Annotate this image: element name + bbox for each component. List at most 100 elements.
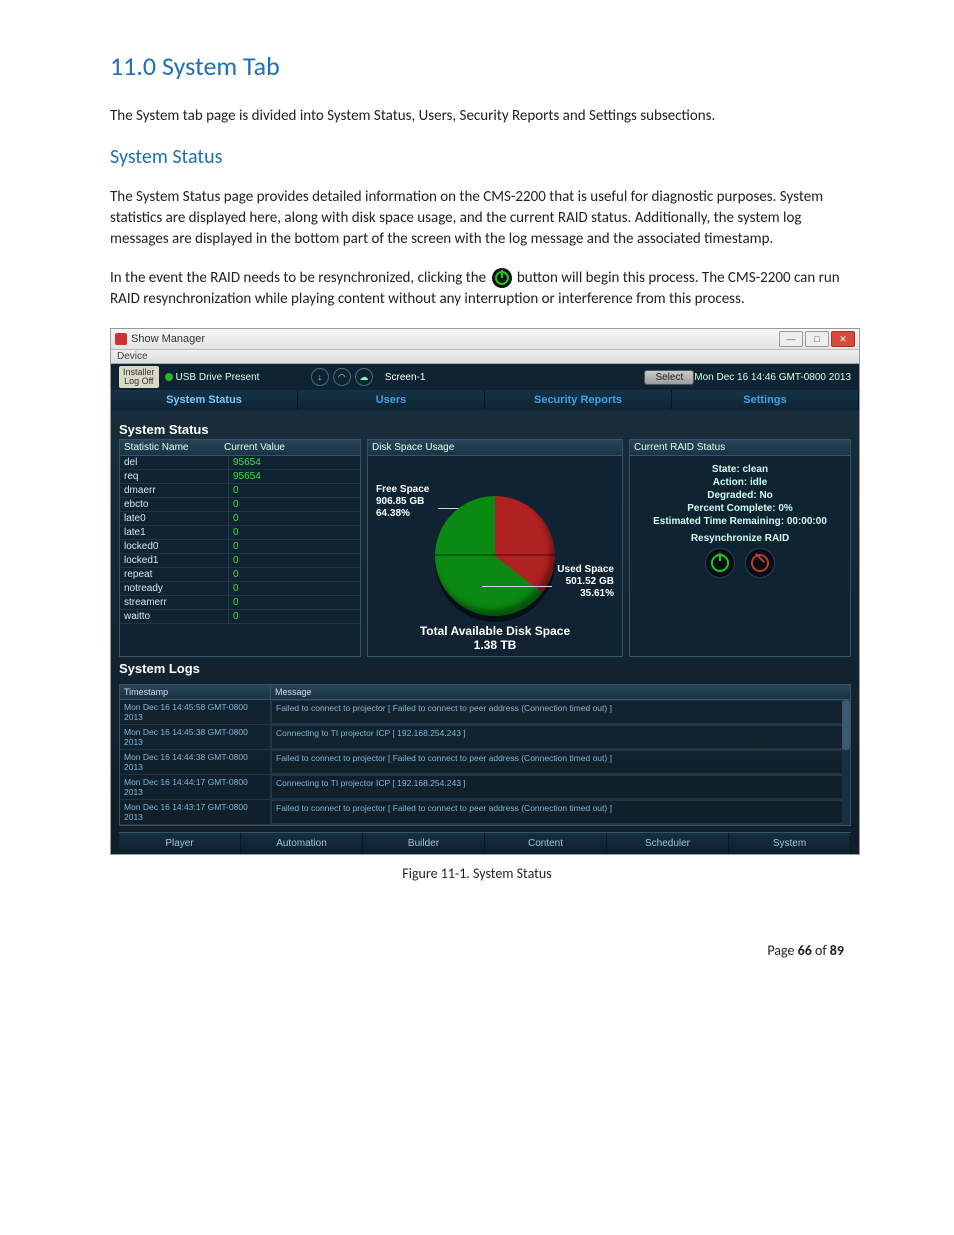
power-icon [492,268,512,288]
para3-before: In the event the RAID needs to be resync… [110,269,490,287]
col-message: Message [271,685,850,699]
disc-icon[interactable]: ◠ [333,368,351,386]
window-titlebar: Show Manager — □ ✕ [111,329,859,350]
clock-text: Mon Dec 16 14:46 GMT-0800 2013 [694,372,851,383]
log-message: Connecting to TI projector ICP [ 192.168… [271,775,850,799]
table-row: Mon Dec 16 14:45:38 GMT-0800 2013Connect… [120,725,850,750]
stat-value: 0 [229,596,360,609]
stat-name: locked0 [120,540,229,553]
table-row: waitto0 [120,610,360,624]
top-tabstrip: System Status Users Security Reports Set… [111,390,859,410]
stat-value: 0 [229,526,360,539]
body-paragraph-1: The System Status page provides detailed… [110,187,844,250]
statistics-panel: Statistic Name Current Value del95654req… [119,439,361,657]
stat-value: 0 [229,498,360,511]
stat-value: 0 [229,484,360,497]
select-button[interactable]: Select [644,370,694,385]
disk-pie-chart [435,496,555,616]
table-row: locked00 [120,540,360,554]
page-footer: Page 66 of 89 [0,942,954,989]
raid-status-panel: Current RAID Status State: clean Action:… [629,439,851,657]
free-space-label: Free Space 906.85 GB 64.38% [376,484,429,520]
installer-logoff-button[interactable]: Installer Log Off [119,366,159,388]
disk-usage-header: Disk Space Usage [372,442,454,453]
raid-resync-title: Resynchronize RAID [634,533,846,544]
usb-led-icon [165,373,173,381]
minimize-button[interactable]: — [779,331,803,347]
section-heading: 11.0 System Tab [110,50,844,82]
stat-name: late1 [120,526,229,539]
nav-content[interactable]: Content [485,833,607,854]
close-button[interactable]: ✕ [831,331,855,347]
system-logs-panel: Timestamp Message Mon Dec 16 14:45:58 GM… [119,684,851,826]
table-row: streamerr0 [120,596,360,610]
bottom-nav: Player Automation Builder Content Schedu… [119,832,851,854]
stat-name: late0 [120,512,229,525]
cloud-icon[interactable]: ☁ [355,368,373,386]
log-message: Connecting to TI projector ICP [ 192.168… [271,725,850,749]
table-row: req95654 [120,470,360,484]
stat-value: 0 [229,512,360,525]
stat-name: req [120,470,229,483]
stat-name: repeat [120,568,229,581]
log-timestamp: Mon Dec 16 14:44:17 GMT-0800 2013 [120,775,271,799]
nav-scheduler[interactable]: Scheduler [607,833,729,854]
table-row: repeat0 [120,568,360,582]
raid-action: Action: idle [634,477,846,488]
stat-value: 95654 [229,470,360,483]
raid-header: Current RAID Status [634,442,725,453]
log-message: Failed to connect to projector [ Failed … [271,700,850,724]
table-row: locked10 [120,554,360,568]
system-status-title: System Status [119,422,851,437]
log-timestamp: Mon Dec 16 14:44:38 GMT-0800 2013 [120,750,271,774]
table-row: Mon Dec 16 14:44:38 GMT-0800 2013Failed … [120,750,850,775]
disk-usage-panel: Disk Space Usage Free Space 906.85 GB 64… [367,439,623,657]
stat-name: streamerr [120,596,229,609]
raid-eta: Estimated Time Remaining: 00:00:00 [634,516,846,527]
window-title: Show Manager [131,333,205,345]
menu-bar[interactable]: Device [111,350,859,364]
log-message: Failed to connect to projector [ Failed … [271,750,850,774]
app-screenshot: Show Manager — □ ✕ Device Installer Log … [110,328,860,855]
raid-degraded: Degraded: No [634,490,846,501]
usb-indicator: USB Drive Present [165,372,260,383]
stat-value: 95654 [229,456,360,469]
stat-name: waitto [120,610,229,623]
nav-automation[interactable]: Automation [241,833,363,854]
tab-security-reports[interactable]: Security Reports [485,390,672,410]
table-row: Mon Dec 16 14:44:17 GMT-0800 2013Connect… [120,775,850,800]
screen-label: Screen-1 [385,372,426,383]
stat-value: 0 [229,582,360,595]
stat-value: 0 [229,568,360,581]
nav-player[interactable]: Player [119,833,241,854]
stat-value: 0 [229,554,360,567]
resync-stop-button[interactable] [745,548,775,578]
stat-name: locked1 [120,554,229,567]
tab-settings[interactable]: Settings [672,390,859,410]
tab-system-status[interactable]: System Status [111,390,298,410]
tab-users[interactable]: Users [298,390,485,410]
table-row: dmaerr0 [120,484,360,498]
intro-paragraph: The System tab page is divided into Syst… [110,106,844,127]
table-row: ebcto0 [120,498,360,512]
nav-builder[interactable]: Builder [363,833,485,854]
log-timestamp: Mon Dec 16 14:45:38 GMT-0800 2013 [120,725,271,749]
raid-percent: Percent Complete: 0% [634,503,846,514]
system-logs-title: System Logs [119,661,851,676]
log-timestamp: Mon Dec 16 14:43:17 GMT-0800 2013 [120,800,271,824]
stat-value: 0 [229,610,360,623]
raid-state: State: clean [634,464,846,475]
stat-name: ebcto [120,498,229,511]
total-disk-label: Total Available Disk Space 1.38 TB [368,624,622,652]
table-row: Mon Dec 16 14:43:17 GMT-0800 2013Failed … [120,800,850,825]
log-timestamp: Mon Dec 16 14:45:58 GMT-0800 2013 [120,700,271,724]
nav-system[interactable]: System [729,833,851,854]
figure-caption: Figure 11-1. System Status [110,865,844,882]
stat-name: dmaerr [120,484,229,497]
download-icon[interactable]: ↓ [311,368,329,386]
logs-scrollbar[interactable] [842,700,850,825]
col-stat-name: Statistic Name [124,442,224,453]
col-timestamp: Timestamp [120,685,271,699]
maximize-button[interactable]: □ [805,331,829,347]
resync-start-button[interactable] [705,548,735,578]
